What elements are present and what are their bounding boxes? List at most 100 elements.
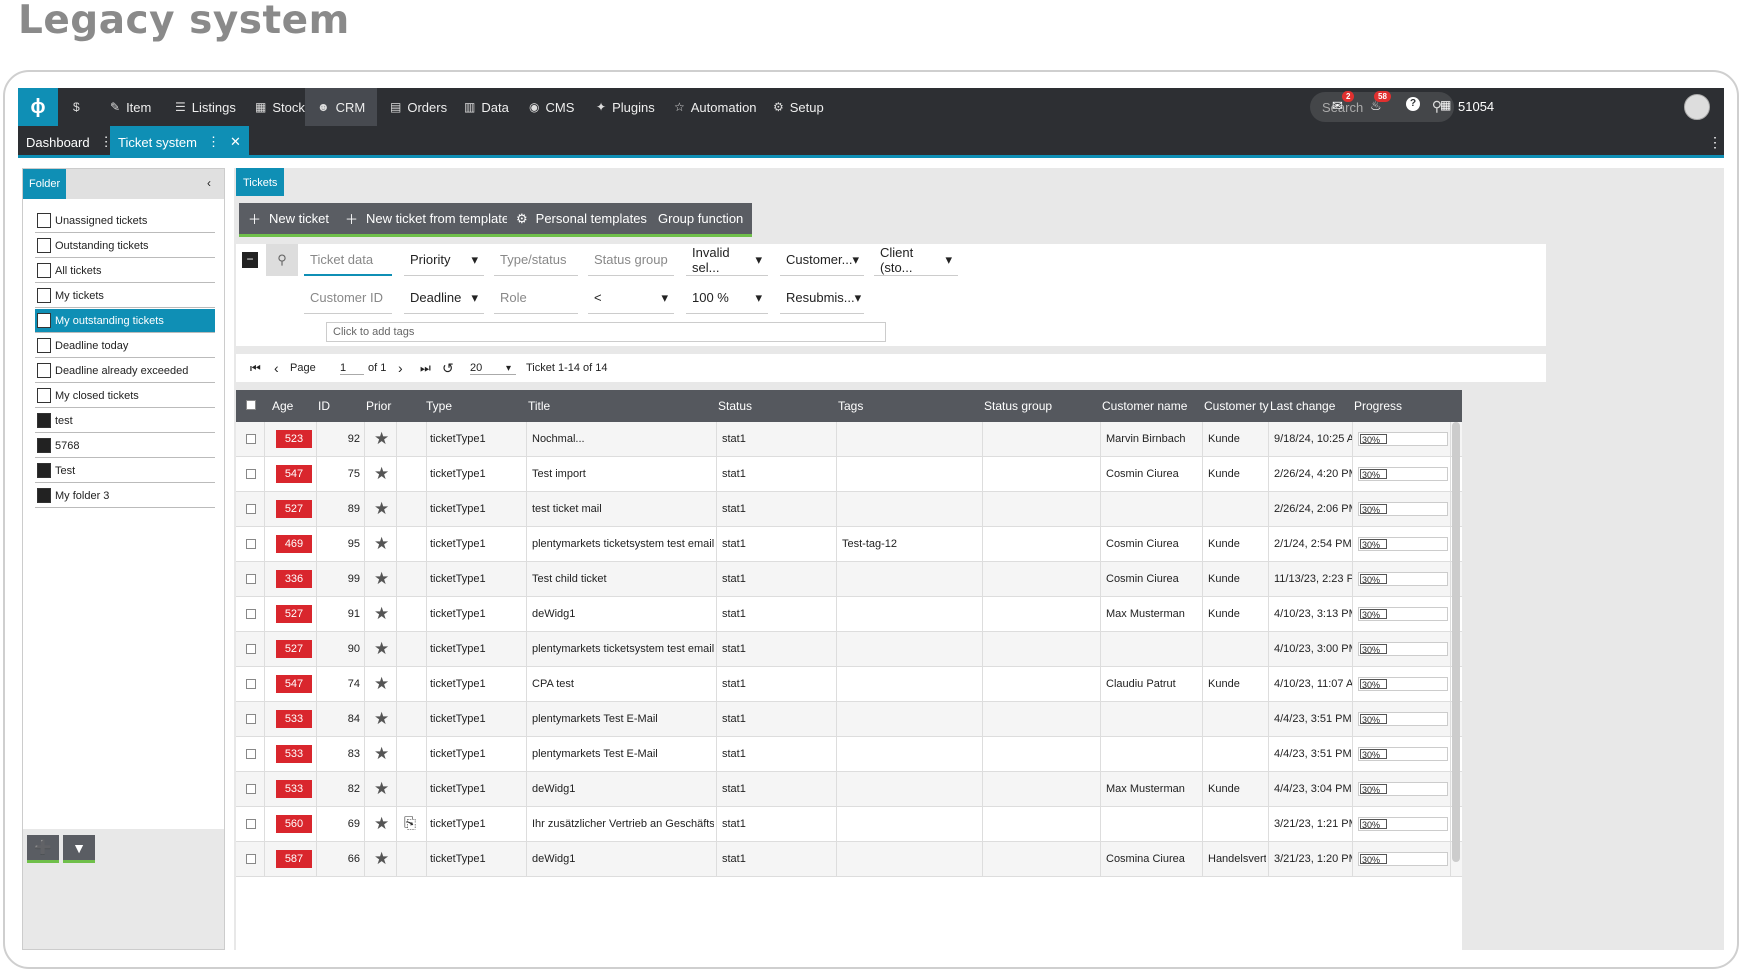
folder-item[interactable]: My folder 3 xyxy=(35,484,215,508)
tab-menu-icon[interactable]: ⋮ xyxy=(207,134,220,150)
folder-item[interactable]: My outstanding tickets xyxy=(35,309,215,333)
folder-item[interactable]: Outstanding tickets xyxy=(35,234,215,258)
last-page-icon[interactable]: ⏭ xyxy=(420,361,431,376)
table-row[interactable]: 587 66 ★ ticketType1 deWidg1 stat1 Cosmina Ciu… xyxy=(236,842,1462,877)
folder-item[interactable]: All tickets xyxy=(35,259,215,283)
row-checkbox[interactable] xyxy=(246,469,256,479)
nav-item-plugins[interactable]: ✦ Plugins xyxy=(596,88,655,126)
percent-select[interactable]: 100 % ▾ xyxy=(686,282,768,314)
table-row[interactable]: 547 74 ★ ticketType1 CPA test stat1 Claudiu Pa… xyxy=(236,667,1462,702)
filter-button[interactable]: ▼ xyxy=(63,835,95,863)
personal-templates-button[interactable]: ⚙ Personal templates xyxy=(507,203,656,237)
help-icon[interactable]: ? xyxy=(1406,97,1420,111)
folder-item[interactable]: My closed tickets xyxy=(35,384,215,408)
tags-input[interactable]: Click to add tags xyxy=(326,322,886,342)
refresh-icon[interactable]: ↺ xyxy=(442,360,454,377)
folder-item[interactable]: test xyxy=(35,409,215,433)
avatar[interactable] xyxy=(1684,94,1710,120)
group-function-button[interactable]: Group function xyxy=(649,203,753,237)
nav-item-listings[interactable]: ☰ Listings xyxy=(175,88,236,126)
star-icon[interactable]: ★ xyxy=(374,464,389,484)
star-icon[interactable]: ★ xyxy=(374,569,389,589)
next-page-icon[interactable]: › xyxy=(398,360,403,376)
table-row[interactable]: 533 83 ★ ticketType1 plentymarkets Test E-Ma… xyxy=(236,737,1462,772)
star-icon[interactable]: ★ xyxy=(374,639,389,659)
tab-dashboard[interactable]: Dashboard ⋮ xyxy=(18,126,121,158)
first-page-icon[interactable]: ⏮ xyxy=(250,361,261,376)
close-icon[interactable]: ✕ xyxy=(230,134,241,150)
deadline-select[interactable]: Deadline ▾ xyxy=(404,282,484,314)
table-row[interactable]: 523 92 ★ ticketType1 Nochmal... stat1 Marvin B… xyxy=(236,422,1462,457)
collapse-icon[interactable]: ‹ xyxy=(207,176,211,190)
nav-item-item[interactable]: ✎ Item xyxy=(110,88,151,126)
nav-item-dollar[interactable]: $ xyxy=(73,88,86,126)
tab-ticket-system[interactable]: Ticket system ⋮ ✕ xyxy=(110,126,249,158)
prev-page-icon[interactable]: ‹ xyxy=(274,360,279,376)
page-input[interactable]: 1 xyxy=(340,362,364,375)
row-checkbox[interactable] xyxy=(246,854,256,864)
table-row[interactable]: 560 69 ★ ⎘ ticketType1 Ihr zusätzlicher Vertr… xyxy=(236,807,1462,842)
row-checkbox[interactable] xyxy=(246,434,256,444)
nav-item-data[interactable]: ▥ Data xyxy=(464,88,509,126)
row-checkbox[interactable] xyxy=(246,819,256,829)
row-checkbox[interactable] xyxy=(246,574,256,584)
select-all-checkbox[interactable] xyxy=(246,400,256,410)
table-row[interactable]: 533 82 ★ ticketType1 deWidg1 stat1 Max Musterm… xyxy=(236,772,1462,807)
nav-item-stock[interactable]: ▦ Stock xyxy=(255,88,305,126)
star-icon[interactable]: ★ xyxy=(374,779,389,799)
ticket-data-field[interactable]: Ticket data xyxy=(304,244,392,276)
nav-item-crm[interactable]: ☻ CRM xyxy=(305,88,378,126)
operator-select[interactable]: < ▾ xyxy=(588,282,674,314)
column-header[interactable]: Status group xyxy=(984,399,1052,413)
folder-item[interactable]: 5768 xyxy=(35,434,215,458)
column-header[interactable]: Title xyxy=(528,399,550,413)
row-checkbox[interactable] xyxy=(246,679,256,689)
priority-select[interactable]: Priority ▾ xyxy=(404,244,484,276)
nav-item-automation[interactable]: ☆ Automation xyxy=(674,88,757,126)
column-header[interactable]: Customer name xyxy=(1102,399,1187,413)
nav-item-orders[interactable]: ▤ Orders xyxy=(390,88,447,126)
column-header[interactable]: Progress xyxy=(1354,399,1402,413)
nav-item-cms[interactable]: ◉ CMS xyxy=(529,88,574,126)
invalid-select[interactable]: Invalid sel... ▾ xyxy=(686,244,768,276)
table-row[interactable]: 527 90 ★ ticketType1 plentymarkets ticketsys… xyxy=(236,632,1462,667)
star-icon[interactable]: ★ xyxy=(374,744,389,764)
client-select[interactable]: Client (sto... ▾ xyxy=(874,244,958,276)
paperclip-icon[interactable]: ⎘ xyxy=(404,815,416,832)
add-folder-button[interactable]: ➕ xyxy=(27,835,59,863)
customer-id-field[interactable]: Customer ID xyxy=(304,282,392,314)
row-checkbox[interactable] xyxy=(246,749,256,759)
store-id[interactable]: 51054 xyxy=(1458,99,1494,114)
table-row[interactable]: 527 91 ★ ticketType1 deWidg1 stat1 Max Musterm… xyxy=(236,597,1462,632)
star-icon[interactable]: ★ xyxy=(374,534,389,554)
folder-item[interactable]: Unassigned tickets xyxy=(35,209,215,233)
collapse-filter-button[interactable]: − xyxy=(242,252,258,268)
megaphone-icon[interactable]: ✉ xyxy=(1332,98,1343,114)
row-checkbox[interactable] xyxy=(246,714,256,724)
search-filter-button[interactable]: ⚲ xyxy=(266,244,298,276)
star-icon[interactable]: ★ xyxy=(374,499,389,519)
column-header[interactable]: Customer ty xyxy=(1204,399,1269,413)
row-checkbox[interactable] xyxy=(246,539,256,549)
plenty-logo[interactable]: ɸ xyxy=(18,88,58,126)
new-ticket-from-template-button[interactable]: ＋ New ticket from template xyxy=(336,203,519,237)
column-header[interactable]: ID xyxy=(318,399,330,413)
table-row[interactable]: 469 95 ★ ticketType1 plentymarkets ticketsys… xyxy=(236,527,1462,562)
overflow-menu-icon[interactable]: ⋮ xyxy=(1708,134,1722,151)
star-icon[interactable]: ★ xyxy=(374,709,389,729)
table-row[interactable]: 336 99 ★ ticketType1 Test child ticket stat1 C… xyxy=(236,562,1462,597)
column-header[interactable]: Prior xyxy=(366,399,391,413)
folder-item[interactable]: My tickets xyxy=(35,284,215,308)
row-checkbox[interactable] xyxy=(246,644,256,654)
tab-tickets[interactable]: Tickets xyxy=(236,168,285,196)
table-scrollbar[interactable] xyxy=(1452,422,1460,862)
column-header[interactable]: Age xyxy=(272,399,293,413)
column-header[interactable]: Last change xyxy=(1270,399,1335,413)
row-checkbox[interactable] xyxy=(246,784,256,794)
star-icon[interactable]: ★ xyxy=(374,849,389,869)
star-icon[interactable]: ★ xyxy=(374,814,389,834)
type-status-field[interactable]: Type/status xyxy=(494,244,578,276)
nav-item-setup[interactable]: ⚙ Setup xyxy=(773,88,824,126)
table-row[interactable]: 547 75 ★ ticketType1 Test import stat1 Cosmin … xyxy=(236,457,1462,492)
column-header[interactable]: Status xyxy=(718,399,752,413)
